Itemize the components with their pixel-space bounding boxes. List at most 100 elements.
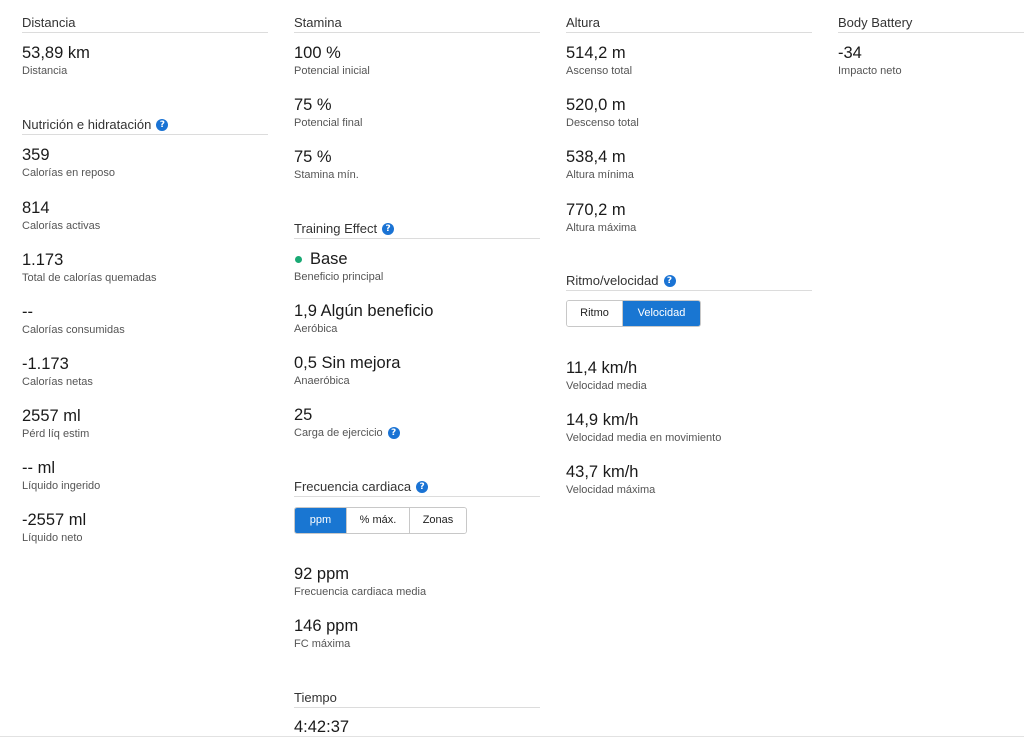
altura-title: Altura [566, 14, 812, 33]
stat-potencial-inicial: 100 % Potencial inicial [294, 43, 540, 78]
frecuencia-section: Frecuencia cardiaca ? [294, 478, 540, 497]
stat-label: Anaeróbica [294, 375, 350, 387]
stat-impacto-neto: -34 Impacto neto [838, 43, 1024, 78]
stat-value: 1.173 [22, 251, 64, 269]
nutricion-section: Nutrición e hidratación ? [22, 116, 268, 135]
stat-value: 770,2 m [566, 201, 626, 219]
stat-label: Velocidad media en movimiento [566, 432, 722, 444]
distancia-title: Distancia [22, 14, 268, 33]
tiempo-title-text: Tiempo [294, 690, 337, 705]
stat-value: 0,5 Sin mejora [294, 354, 401, 372]
nutricion-title-text: Nutrición e hidratación [22, 117, 152, 132]
help-icon[interactable]: ? [156, 118, 169, 131]
frecuencia-unit-toggle: ppm % máx. Zonas [294, 507, 467, 534]
stat-label: Frecuencia cardiaca media [294, 586, 427, 598]
stat-label: Carga de ejercicio? [294, 426, 540, 440]
stat-label-text: Carga de ejercicio [294, 427, 383, 439]
stat-label: Ascenso total [566, 65, 633, 77]
stat-velocidad-media: 11,4 km/h Velocidad media [566, 358, 812, 393]
stat-label: Descenso total [566, 117, 639, 129]
stat-label: Líquido ingerido [22, 480, 101, 492]
stat-value: -1.173 [22, 355, 69, 373]
stat-value: 1,9 Algún beneficio [294, 302, 434, 320]
stat-value: 814 [22, 199, 50, 217]
help-icon[interactable]: ? [387, 427, 400, 439]
training-effect-title: Training Effect ? [294, 220, 540, 239]
status-dot-icon [295, 255, 302, 263]
stat-value: 359 [22, 146, 50, 164]
stat-value: 538,4 m [566, 148, 626, 166]
stat-label: Calorías netas [22, 376, 93, 388]
ritmo-unit-toggle: Ritmo Velocidad [566, 300, 701, 327]
stat-label: Stamina mín. [294, 169, 359, 181]
stat-altura-minima: 538,4 m Altura mínima [566, 147, 812, 182]
stat-value: 14,9 km/h [566, 411, 639, 429]
stat-label: Calorías en reposo [22, 167, 115, 179]
stat-liquido-neto: -2557 ml Líquido neto [22, 510, 268, 545]
stat-value-text: Base [310, 250, 348, 268]
stat-label: Velocidad máxima [566, 484, 656, 496]
body-battery-section: Body Battery [838, 14, 1024, 33]
help-icon[interactable]: ? [416, 480, 429, 493]
frecuencia-title-text: Frecuencia cardiaca [294, 479, 412, 494]
ritmo-title-text: Ritmo/velocidad [566, 273, 659, 288]
tab-velocidad[interactable]: Velocidad [623, 301, 700, 326]
stat-potencial-final: 75 % Potencial final [294, 95, 540, 130]
ritmo-title: Ritmo/velocidad ? [566, 272, 812, 291]
stat-fc-maxima: 146 ppm FC máxima [294, 616, 540, 651]
stat-label: Velocidad media [566, 380, 647, 392]
stat-value: 520,0 m [566, 96, 626, 114]
altura-title-text: Altura [566, 15, 600, 30]
stat-value: 92 ppm [294, 565, 350, 583]
stat-value: 146 ppm [294, 617, 359, 635]
stat-descenso-total: 520,0 m Descenso total [566, 95, 812, 130]
tab-ppm[interactable]: ppm [295, 508, 347, 533]
stat-value: -34 [838, 44, 862, 62]
stat-calorias-consumidas: -- Calorías consumidas [22, 302, 268, 337]
stat-label: Potencial inicial [294, 65, 370, 77]
altura-section: Altura [566, 14, 812, 33]
stat-velocidad-maxima: 43,7 km/h Velocidad máxima [566, 462, 812, 497]
stat-label: Potencial final [294, 117, 363, 129]
stat-ascenso-total: 514,2 m Ascenso total [566, 43, 812, 78]
body-battery-title: Body Battery [838, 14, 1024, 33]
help-icon[interactable]: ? [382, 222, 395, 235]
tiempo-section: Tiempo [294, 689, 540, 708]
stat-value: -- ml [22, 459, 55, 477]
stat-distancia: 53,89 km Distancia [22, 43, 268, 78]
stat-value: 75 % [294, 96, 332, 114]
stamina-title: Stamina [294, 14, 540, 33]
training-effect-section: Training Effect ? [294, 220, 540, 239]
stat-label: Distancia [22, 65, 68, 77]
stat-label: FC máxima [294, 638, 351, 650]
training-effect-title-text: Training Effect [294, 221, 378, 236]
bottom-divider [0, 736, 1024, 737]
stat-stamina-min: 75 % Stamina mín. [294, 147, 540, 182]
stat-label: Calorías activas [22, 220, 101, 232]
stamina-title-text: Stamina [294, 15, 342, 30]
distancia-section: Distancia [22, 14, 268, 33]
stat-perdida-liquido: 2557 ml Pérd líq estim [22, 406, 268, 441]
stat-value: 43,7 km/h [566, 463, 639, 481]
stat-value: 75 % [294, 148, 332, 166]
body-battery-title-text: Body Battery [838, 15, 913, 30]
stat-anaerobica: 0,5 Sin mejora Anaeróbica [294, 353, 540, 388]
stat-value: 53,89 km [22, 44, 90, 62]
stat-value: 25 [294, 406, 313, 424]
stat-total-calorias: 1.173 Total de calorías quemadas [22, 250, 268, 285]
stat-value: 11,4 km/h [566, 359, 638, 377]
stat-value: Base [294, 249, 540, 269]
stat-fc-media: 92 ppm Frecuencia cardiaca media [294, 564, 540, 599]
ritmo-section: Ritmo/velocidad ? [566, 272, 812, 291]
tab-ritmo[interactable]: Ritmo [567, 301, 623, 326]
distancia-title-text: Distancia [22, 15, 76, 30]
stat-value: -2557 ml [22, 511, 87, 529]
stat-label: Aeróbica [294, 323, 338, 335]
tab-zonas[interactable]: Zonas [410, 508, 466, 533]
stat-value: 100 % [294, 44, 341, 62]
stat-aerobica: 1,9 Algún beneficio Aeróbica [294, 301, 540, 336]
help-icon[interactable]: ? [663, 274, 676, 287]
tab-porcentaje-max[interactable]: % máx. [347, 508, 410, 533]
stat-value: -- [22, 303, 33, 321]
stat-label: Líquido neto [22, 532, 83, 544]
